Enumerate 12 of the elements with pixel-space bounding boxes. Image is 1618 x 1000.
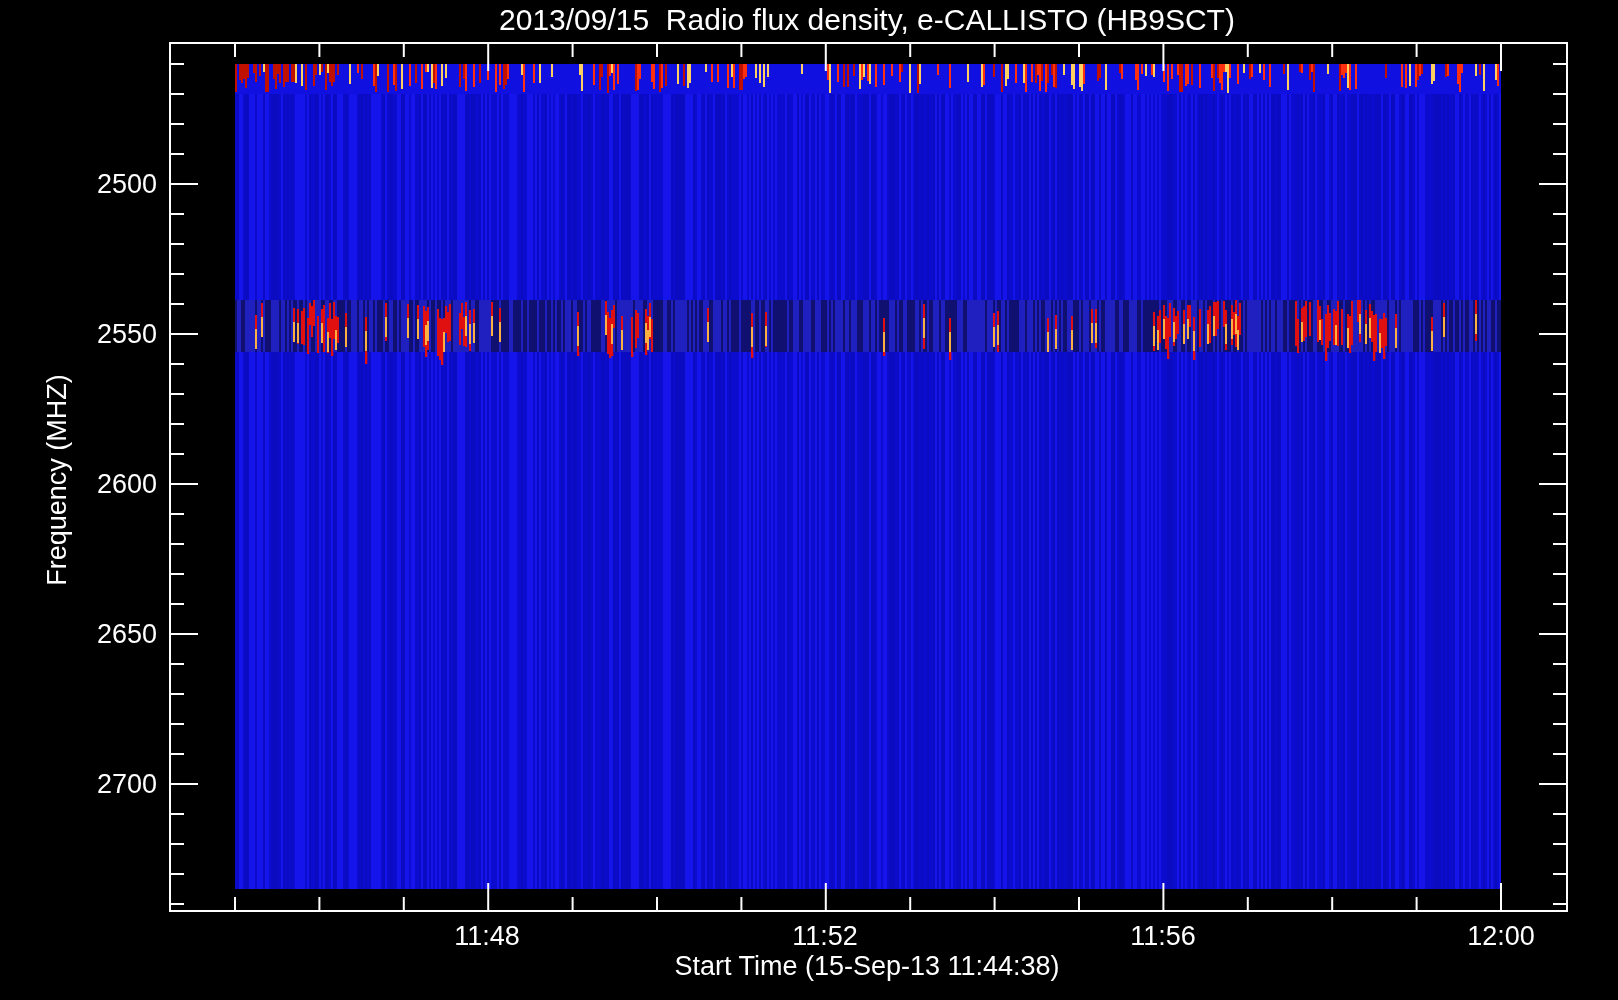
axis-tick-label: 2550 [96, 319, 157, 349]
axis-tick-label: 11:56 [1130, 921, 1196, 951]
axis-tick-label: 11:48 [454, 921, 520, 951]
axis-tick-label: 12:00 [1467, 921, 1535, 951]
axis-tick-label: 11:52 [792, 921, 858, 951]
axis-tick-label: 2700 [96, 769, 157, 799]
axis-label: Frequency (MHZ) [42, 374, 72, 586]
axis-tick-label: 2500 [96, 169, 157, 199]
axis-tick-label: 2650 [96, 619, 157, 649]
chart-title: 2013/09/15 Radio flux density, e-CALLISTO (HB9SCT) [499, 3, 1235, 36]
axis-tick-label: 2600 [96, 469, 157, 499]
axis-label: Start Time (15-Sep-13 11:44:38) [674, 951, 1060, 981]
